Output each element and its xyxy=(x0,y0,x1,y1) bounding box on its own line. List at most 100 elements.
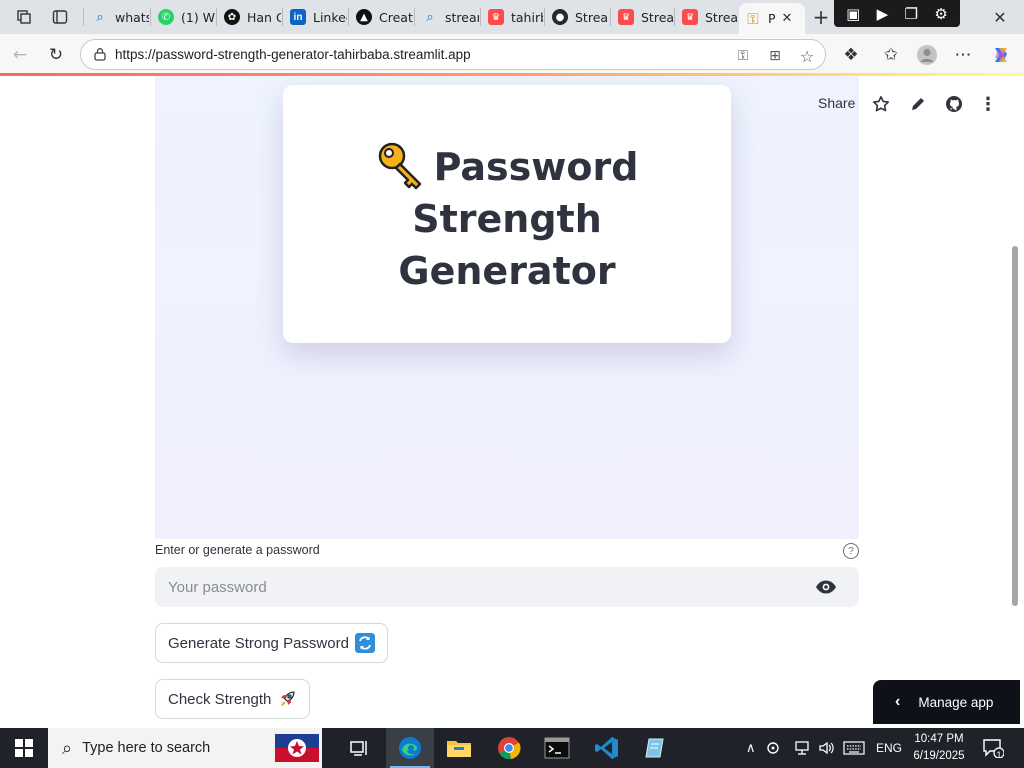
show-hidden-icons-chevron-icon[interactable]: ∧ xyxy=(746,738,756,758)
capture-toolbar: ▣ ▶ ❐ ⚙ xyxy=(834,0,960,27)
share-button[interactable]: Share xyxy=(818,95,855,111)
generate-button-label: Generate Strong Password xyxy=(168,634,349,652)
network-icon[interactable] xyxy=(794,738,812,758)
tab-label: (1) Wh xyxy=(181,9,215,25)
help-question-icon[interactable]: ? xyxy=(843,543,859,559)
browser-tab[interactable]: ✆ (1) Wh xyxy=(152,4,215,30)
browser-tab[interactable]: ● Strear xyxy=(546,4,609,30)
title-line: Generator xyxy=(398,249,616,293)
search-placeholder: Type here to search xyxy=(82,740,211,756)
search-icon: ⌕ xyxy=(96,9,104,25)
taskbar-clock[interactable]: 10:47 PM 6/19/2025 xyxy=(906,731,972,765)
openai-icon: ✿ xyxy=(224,9,240,25)
favorites-icon[interactable]: ✩ xyxy=(878,42,904,68)
browser-toolbar: ← ↻ https://password-strength-generator-… xyxy=(0,34,1024,74)
more-menu-icon[interactable]: ⋯ xyxy=(950,42,976,68)
password-key-icon[interactable]: ⚿ xyxy=(733,46,753,66)
back-arrow-icon[interactable]: ← xyxy=(7,42,33,68)
check-button-label: Check Strength xyxy=(168,690,272,708)
main-menu-icon[interactable]: ⋮ xyxy=(978,94,998,115)
camera-icon[interactable]: ▣ xyxy=(846,5,860,23)
github-icon[interactable] xyxy=(944,94,964,114)
streamlit-icon: ♛ xyxy=(682,9,698,25)
tab-label: Strear xyxy=(641,9,673,25)
close-window-icon[interactable]: ✕ xyxy=(988,5,1012,29)
windows-start-button[interactable] xyxy=(0,728,48,768)
keyboard-icon[interactable] xyxy=(843,738,865,758)
news-widget-icon[interactable] xyxy=(272,728,322,768)
url-text[interactable]: https://password-strength-generator-tahi… xyxy=(115,47,471,62)
tab-label: tahirb xyxy=(511,9,543,25)
browser-tab[interactable]: ⌕ whats xyxy=(86,4,149,30)
settings-gear-icon[interactable]: ⚙ xyxy=(934,5,947,23)
browser-tab[interactable]: ▲ Create xyxy=(350,4,413,30)
streamlit-icon: ♛ xyxy=(618,9,634,25)
task-view-icon[interactable] xyxy=(336,728,384,768)
clock-date: 6/19/2025 xyxy=(913,750,965,762)
close-tab-icon[interactable]: ✕ xyxy=(782,11,793,26)
address-bar[interactable]: https://password-strength-generator-tahi… xyxy=(80,39,826,70)
manage-app-button[interactable]: ‹ Manage app xyxy=(873,680,1020,724)
whatsapp-icon: ✆ xyxy=(158,9,174,25)
tab-actions-icon[interactable] xyxy=(48,5,72,29)
browser-tab[interactable]: ✿ Han G xyxy=(218,4,281,30)
browser-tab[interactable]: ♛ Strear xyxy=(612,4,673,30)
browser-tab-active[interactable]: ⚿ P ✕ xyxy=(739,3,805,34)
input-language[interactable]: ENG xyxy=(876,738,902,758)
tab-label: Strear xyxy=(575,9,609,25)
tab-label: strear xyxy=(445,9,479,25)
edge-browser-icon[interactable] xyxy=(386,728,434,768)
video-icon[interactable]: ▶ xyxy=(877,5,889,23)
vercel-icon: ▲ xyxy=(356,9,372,25)
rocket-emoji-icon xyxy=(281,691,295,706)
chrome-icon[interactable] xyxy=(485,728,533,768)
notepad-icon[interactable] xyxy=(632,728,680,768)
title-line: Strength xyxy=(412,197,602,241)
clock-time: 10:47 PM xyxy=(914,733,964,745)
browser-tab[interactable]: in Linked xyxy=(284,4,347,30)
windows-taskbar: ⌕ Type here to search ∧ ENG 10:47 PM 6/1… xyxy=(0,728,1024,768)
password-input[interactable] xyxy=(155,567,859,607)
terminal-icon[interactable] xyxy=(533,728,581,768)
browser-tab[interactable]: ♛ Strear xyxy=(676,4,738,30)
key-emoji-icon xyxy=(378,142,421,190)
volume-icon[interactable] xyxy=(818,738,836,758)
extensions-icon[interactable]: ❖ xyxy=(838,42,864,68)
refresh-icon[interactable]: ↻ xyxy=(43,42,69,68)
generate-password-button[interactable]: Generate Strong Password xyxy=(155,623,388,663)
app-install-icon[interactable]: ⊞ xyxy=(765,46,785,66)
title-line: Password xyxy=(433,145,639,189)
tab-label: Strear xyxy=(705,9,738,25)
github-icon: ● xyxy=(552,9,568,25)
browser-tab-strip: ⌕ whats ✆ (1) Wh ✿ Han G in Linked ▲ Cre… xyxy=(0,0,1024,34)
copilot-icon[interactable] xyxy=(988,42,1014,68)
page-scrollbar-thumb[interactable] xyxy=(1012,246,1018,606)
window-icon[interactable]: ❐ xyxy=(905,5,918,23)
show-password-eye-icon[interactable] xyxy=(814,576,838,598)
profile-avatar[interactable] xyxy=(914,42,940,68)
edit-pencil-icon[interactable] xyxy=(908,94,928,114)
notification-count-badge: 1 xyxy=(996,750,1002,760)
streamlit-page: Password Strength Generator Share ⋮ Ente… xyxy=(0,76,1024,724)
vscode-icon[interactable] xyxy=(583,728,631,768)
check-strength-button[interactable]: Check Strength xyxy=(155,679,311,719)
lock-icon xyxy=(94,48,106,61)
location-icon[interactable] xyxy=(766,738,780,758)
streamlit-icon: ♛ xyxy=(488,9,504,25)
page-title: Password Strength Generator xyxy=(283,140,731,297)
tab-label: Han G xyxy=(247,9,281,25)
search-icon: ⌕ xyxy=(62,737,73,758)
browser-tab[interactable]: ⌕ strear xyxy=(416,4,479,30)
key-icon: ⚿ xyxy=(747,9,759,28)
refresh-emoji-icon xyxy=(354,633,375,653)
workspaces-icon[interactable] xyxy=(12,5,36,29)
file-explorer-icon[interactable] xyxy=(435,728,483,768)
browser-tab[interactable]: ♛ tahirb xyxy=(482,4,543,30)
search-icon: ⌕ xyxy=(426,9,434,25)
manage-app-label: Manage app xyxy=(918,694,994,710)
star-icon[interactable] xyxy=(871,94,891,114)
linkedin-icon: in xyxy=(290,9,306,25)
favorite-star-icon[interactable]: ☆ xyxy=(797,46,817,66)
chevron-left-icon: ‹ xyxy=(895,693,901,710)
new-tab-icon[interactable]: + xyxy=(809,5,833,29)
